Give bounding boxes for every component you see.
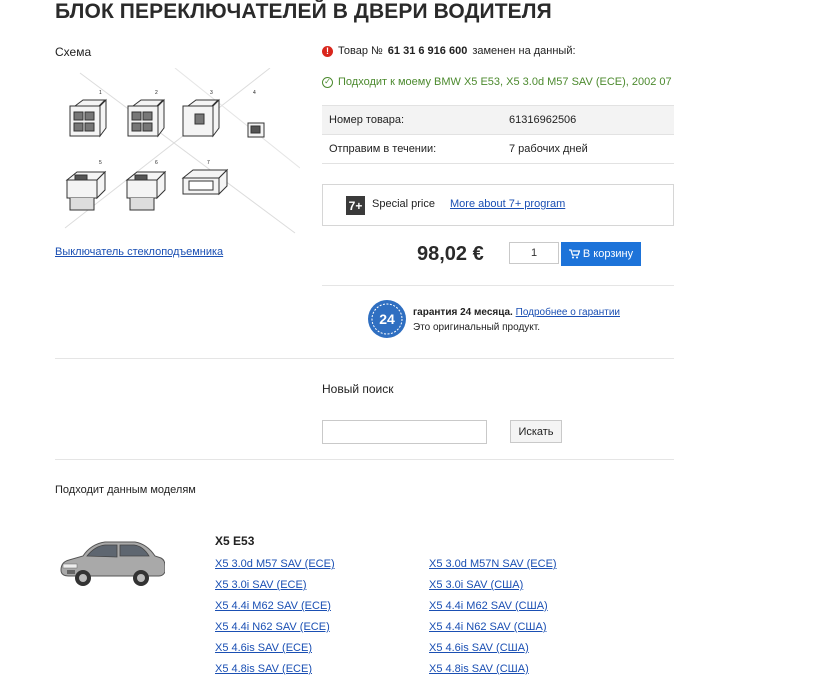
model-variant-link[interactable]: X5 4.4i M62 SAV (ECE) — [215, 600, 331, 612]
scheme-part-link[interactable]: Выключатель стеклоподъемника — [55, 246, 223, 258]
part-number-3: 3 — [210, 90, 213, 96]
info-row-shipping: Отправим в течении: 7 рабочих дней — [322, 134, 674, 164]
fits-notice: ✓ Подходит к моему BMW X5 E53, X5 3.0d M… — [322, 76, 672, 88]
model-variant-link[interactable]: X5 4.6is SAV (ECE) — [215, 642, 312, 654]
seven-plus-icon: 7+ — [346, 196, 365, 215]
warranty-text: гарантия 24 месяца. Подробнее о гарантии — [413, 307, 620, 318]
model-variant-link[interactable]: X5 4.4i N62 SAV (ECE) — [215, 621, 330, 633]
fits-text: Подходит к моему BMW X5 E53, X5 3.0d M57… — [338, 76, 672, 88]
product-info-table: Номер товара: 61316962506 Отправим в теч… — [322, 105, 674, 164]
search-button[interactable]: Искать — [510, 420, 562, 443]
original-product-text: Это оригинальный продукт. — [413, 322, 541, 333]
model-variant-link[interactable]: X5 3.0d M57 SAV (ECE) — [215, 558, 335, 570]
model-variant-link[interactable]: X5 4.8is SAV (ECE) — [215, 663, 312, 675]
replaced-notice: ! Товар № 61 31 6 916 600 заменен на данны… — [322, 45, 576, 57]
page-title: БЛОК ПЕРЕКЛЮЧАТЕЛЕЙ В ДВЕРИ ВОДИТЕЛЯ — [55, 0, 552, 23]
replaced-prefix: Товар № — [338, 45, 383, 57]
car-x5-image — [60, 541, 165, 586]
error-icon: ! — [322, 45, 333, 57]
model-variant-link[interactable]: X5 4.4i N62 SAV (США) — [429, 621, 546, 633]
model-variant-link[interactable]: X5 3.0d M57N SAV (ECE) — [429, 558, 557, 570]
scheme-diagram-image[interactable]: 1 2 3 4 5 6 7 — [55, 68, 300, 240]
model-variant-link[interactable]: X5 3.0i SAV (США) — [429, 579, 523, 591]
model-variant-link[interactable]: X5 4.4i M62 SAV (США) — [429, 600, 548, 612]
scheme-label: Схема — [55, 45, 92, 59]
model-series-title: X5 E53 — [215, 534, 255, 548]
special-price-label: Special price — [372, 198, 435, 210]
part-number-2: 2 — [155, 90, 158, 96]
divider — [55, 459, 674, 460]
quantity-input[interactable] — [509, 242, 559, 264]
warranty-24-badge-icon: 24 — [368, 300, 406, 338]
part-number-1: 1 — [99, 90, 102, 96]
info-row-part-number: Номер товара: 61316962506 — [322, 105, 674, 135]
warranty-badge-number: 24 — [379, 311, 395, 327]
info-label: Отправим в течении: — [322, 134, 509, 164]
add-to-cart-button[interactable]: В корзину — [561, 242, 641, 266]
info-label: Номер товара: — [322, 105, 509, 135]
warranty-duration: гарантия 24 месяца. — [413, 307, 513, 318]
model-variant-link[interactable]: X5 4.6is SAV (США) — [429, 642, 529, 654]
divider — [55, 358, 674, 359]
check-circle-icon: ✓ — [322, 76, 333, 88]
add-to-cart-label: В корзину — [582, 248, 634, 260]
warranty-details-link[interactable]: Подробнее о гарантии — [516, 307, 620, 318]
model-variant-link[interactable]: X5 4.8is SAV (США) — [429, 663, 529, 675]
price: 98,02 € — [417, 243, 484, 265]
part-number-5: 5 — [99, 160, 102, 166]
replaced-suffix: заменен на данный: — [472, 45, 576, 57]
cart-icon — [568, 249, 580, 259]
info-value: 7 рабочих дней — [509, 134, 674, 164]
part-number-6: 6 — [155, 160, 158, 166]
info-value: 61316962506 — [509, 105, 674, 135]
replaced-part-number: 61 31 6 916 600 — [387, 45, 468, 57]
part-number-4: 4 — [253, 90, 256, 96]
divider — [322, 285, 674, 286]
search-input[interactable] — [322, 420, 487, 444]
more-about-program-link[interactable]: More about 7+ program — [450, 198, 565, 210]
special-price-box: 7+ Special price More about 7+ program — [322, 184, 674, 226]
fits-models-label: Подходит данным моделям — [55, 484, 196, 496]
model-variant-link[interactable]: X5 3.0i SAV (ECE) — [215, 579, 307, 591]
part-number-7: 7 — [207, 160, 210, 166]
new-search-label: Новый поиск — [322, 382, 394, 396]
